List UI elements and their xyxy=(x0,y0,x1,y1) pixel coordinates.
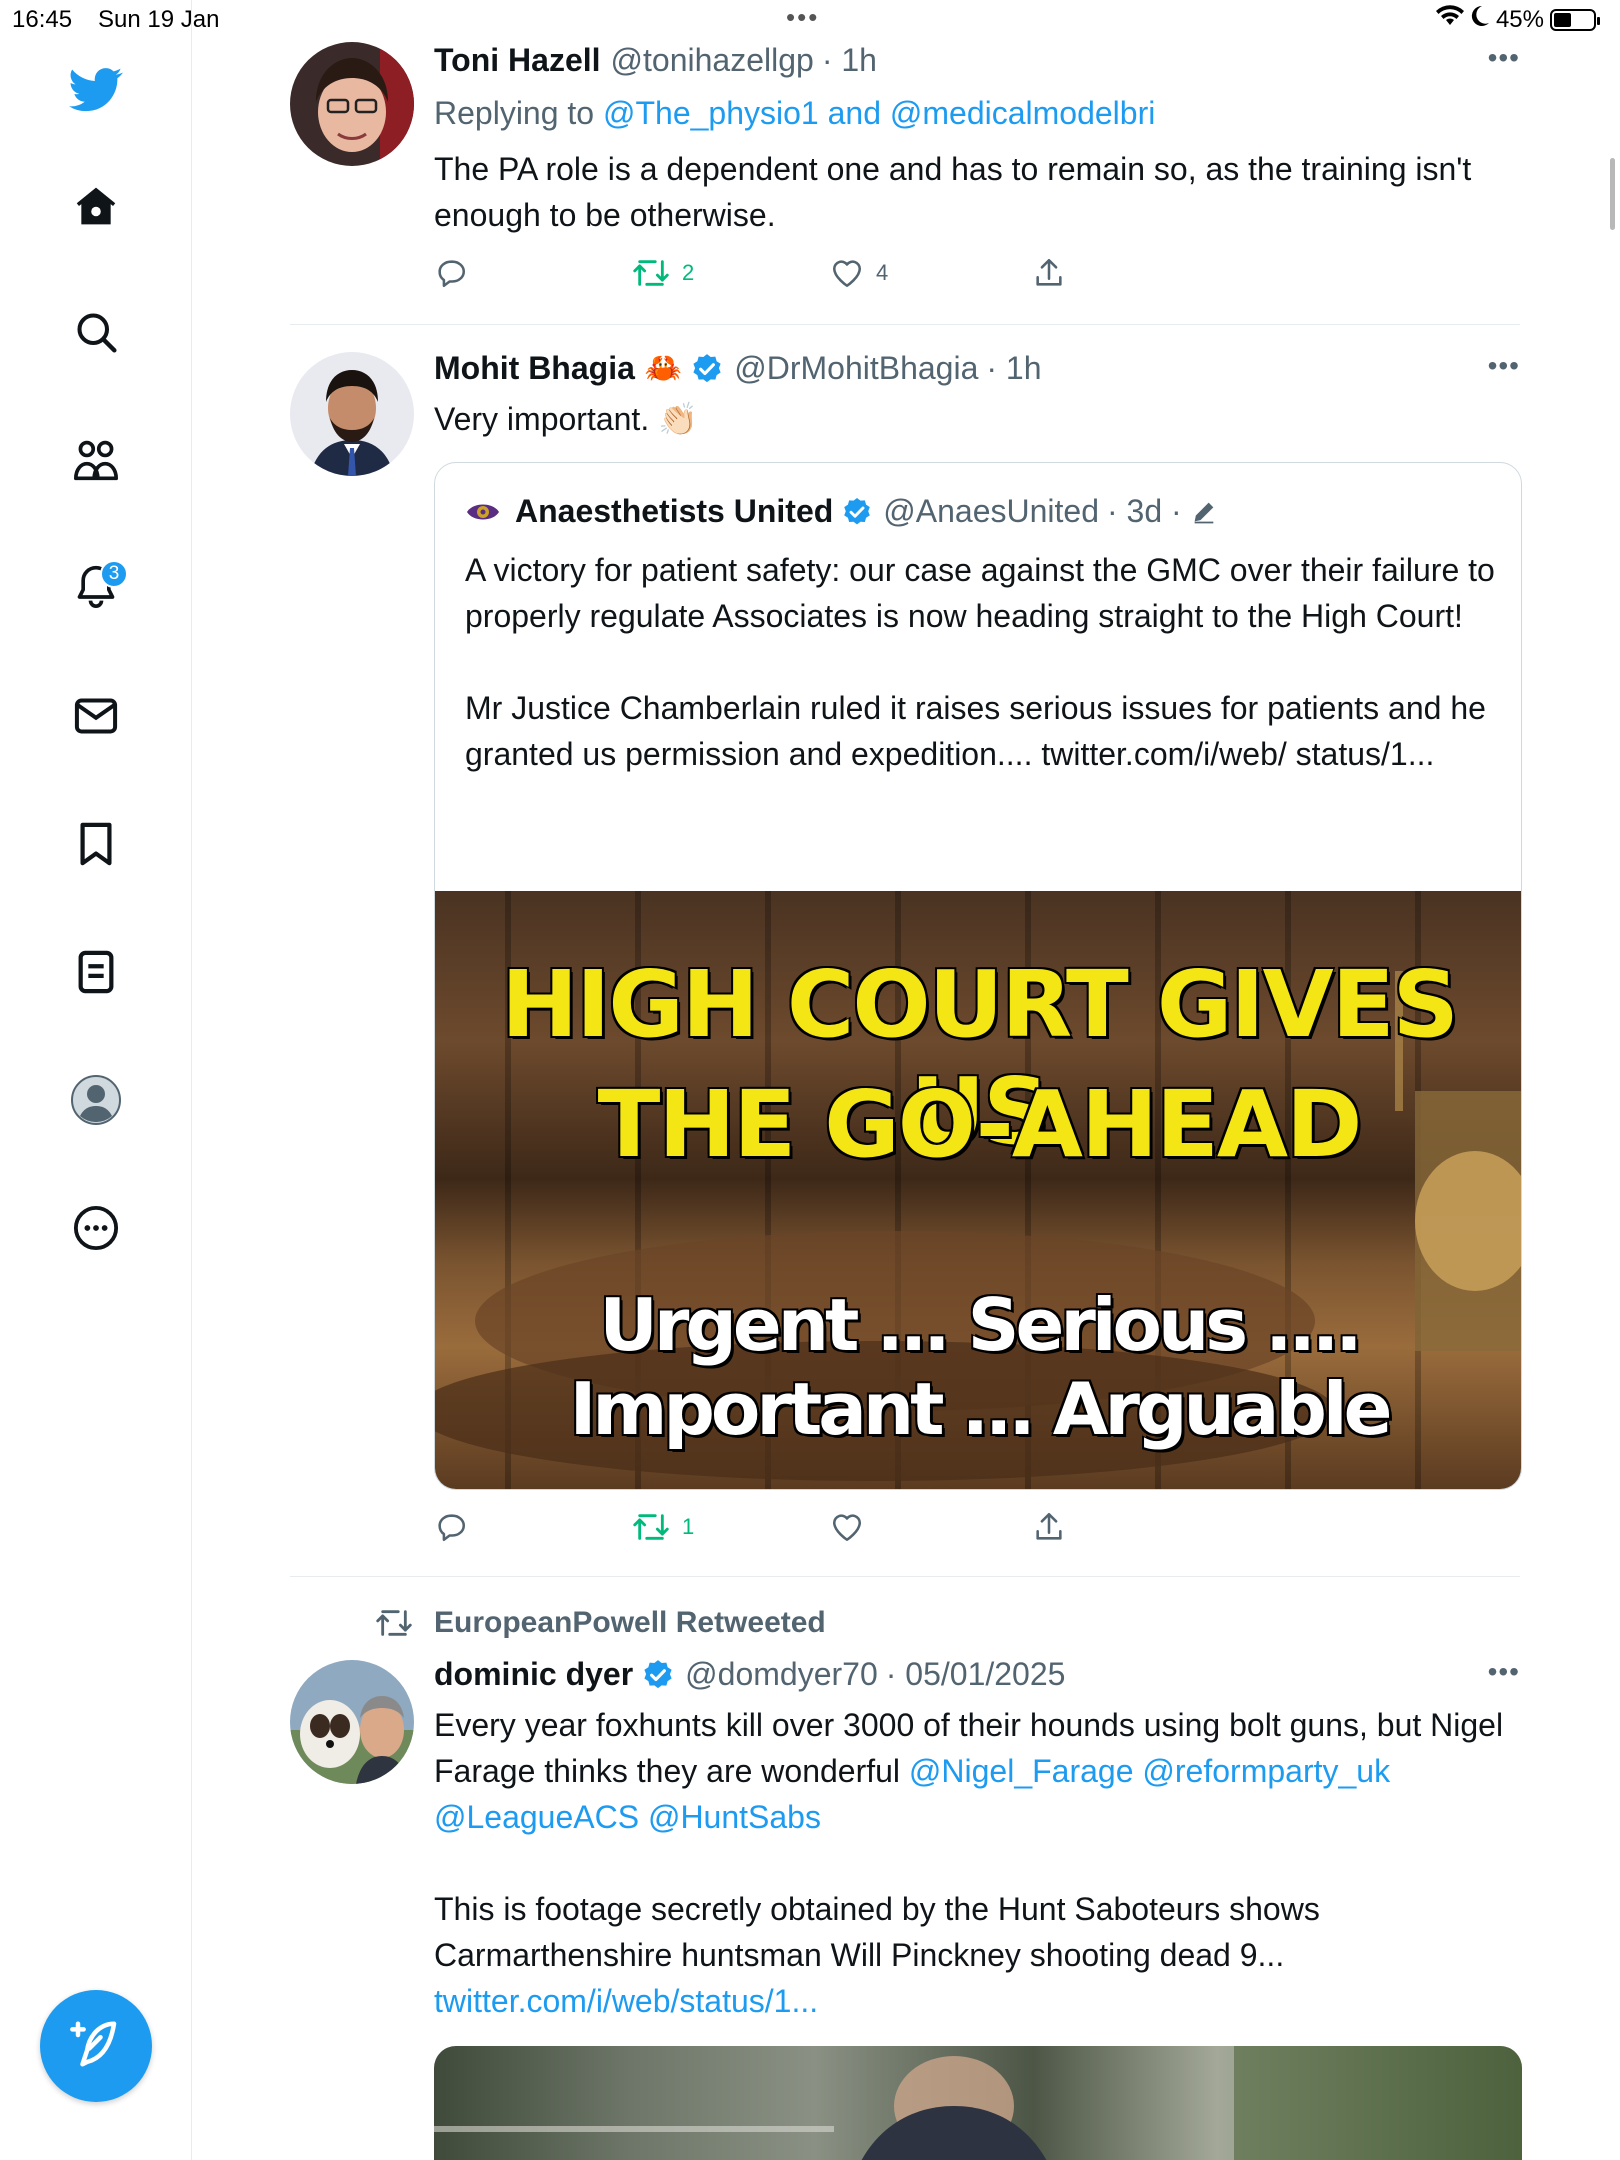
mention-nigel-farage[interactable]: @Nigel_Farage xyxy=(909,1753,1134,1789)
avatar[interactable] xyxy=(290,1660,414,1784)
notifications-badge: 3 xyxy=(100,560,128,588)
tweet-more-options-icon[interactable]: ••• xyxy=(1488,350,1520,382)
tweet-header: Toni Hazell @tonihazellgp · 1h xyxy=(434,42,877,79)
retweet-count: 1 xyxy=(682,1514,695,1539)
multitasking-dots-icon[interactable]: ••• xyxy=(786,2,819,33)
quoted-author-handle[interactable]: @AnaesUnited xyxy=(883,493,1099,530)
image-headline-line-2: THE GO-AHEAD xyxy=(597,1071,1363,1178)
like-button[interactable] xyxy=(830,1510,864,1544)
twitter-logo-icon[interactable] xyxy=(66,60,126,120)
tweet-time[interactable]: · 1h xyxy=(986,350,1041,387)
avatar[interactable] xyxy=(290,352,414,476)
quoted-author-name[interactable]: Anaesthetists United xyxy=(515,493,833,530)
retweet-button[interactable]: 1 xyxy=(632,1510,694,1544)
tweet-header: Mohit Bhagia 🦀 @DrMohitBhagia · 1h xyxy=(434,350,1042,387)
tweet-actions: 2 4 xyxy=(434,256,1134,296)
replying-to: Replying to @The_physio1 and @medicalmod… xyxy=(434,90,1514,136)
battery-percent: 45% xyxy=(1495,5,1544,33)
quoted-tweet-card[interactable]: Anaesthetists United @AnaesUnited · 3d ·… xyxy=(434,462,1522,1490)
share-button[interactable] xyxy=(1032,256,1066,290)
reply-icon xyxy=(438,260,465,288)
tweet-more-options-icon[interactable]: ••• xyxy=(1488,1656,1520,1688)
retweeted-by-label[interactable]: EuropeanPowell Retweeted xyxy=(434,1606,826,1640)
quoted-paragraph-2: Mr Justice Chamberlain ruled it raises s… xyxy=(465,690,1486,772)
sidebar-nav: 3 xyxy=(0,0,192,2160)
messages-envelope-icon[interactable] xyxy=(66,686,126,746)
author-handle[interactable]: @DrMohitBhagia xyxy=(734,350,978,387)
tweet-text: Very important. 👏🏻 xyxy=(434,401,698,437)
tweet-actions: 1 xyxy=(434,1510,1134,1550)
status-right: 45% xyxy=(1435,5,1600,34)
crab-emoji: 🦀 xyxy=(644,352,683,385)
image-subline-1: Urgent ... Serious .... xyxy=(599,1283,1362,1367)
tweet-more-options-icon[interactable]: ••• xyxy=(1488,42,1520,74)
tweet-video-thumbnail[interactable] xyxy=(434,2046,1522,2160)
like-count: 4 xyxy=(876,260,889,285)
tweet-time[interactable]: · 1h xyxy=(822,42,877,79)
avatar[interactable] xyxy=(290,42,414,166)
author-handle[interactable]: @tonihazellgp xyxy=(611,42,814,79)
author-name[interactable]: Mohit Bhagia xyxy=(434,350,635,387)
do-not-disturb-moon-icon xyxy=(1470,5,1490,34)
compose-tweet-button[interactable] xyxy=(40,1990,152,2102)
battery-icon xyxy=(1550,8,1600,31)
quoted-tweet-text: A victory for patient safety: our case a… xyxy=(465,547,1495,777)
share-icon xyxy=(1036,1512,1062,1540)
like-heart-icon xyxy=(832,260,862,288)
retweet-icon xyxy=(633,1514,669,1540)
tweet-text-part-2: This is footage secretly obtained by the… xyxy=(434,1891,1320,1973)
replying-to-prefix: Replying to xyxy=(434,95,595,131)
like-heart-icon xyxy=(832,1514,862,1542)
replying-to-users[interactable]: @The_physio1 and @medicalmodelbri xyxy=(603,95,1155,131)
edited-pencil-icon xyxy=(1190,498,1218,526)
compose-feather-icon xyxy=(69,2017,123,2076)
reply-button[interactable] xyxy=(434,1510,468,1544)
reply-button[interactable] xyxy=(434,256,468,290)
scrollbar[interactable] xyxy=(1610,158,1615,230)
mention-reformparty-uk[interactable]: @reformparty_uk xyxy=(1142,1753,1390,1789)
like-button[interactable]: 4 xyxy=(830,256,888,290)
author-name[interactable]: dominic dyer xyxy=(434,1656,633,1693)
tweet-text: The PA role is a dependent one and has t… xyxy=(434,151,1472,233)
communities-icon[interactable] xyxy=(66,430,126,490)
retweet-indicator-icon xyxy=(376,1610,412,1636)
mention-huntsabs[interactable]: @HuntSabs xyxy=(648,1799,821,1835)
battery-level xyxy=(1554,12,1571,27)
image-subline-2: Important ... Arguable xyxy=(569,1367,1393,1451)
share-button[interactable] xyxy=(1032,1510,1066,1544)
status-bar: 16:45 Sun 19 Jan ••• 45% xyxy=(0,0,1620,40)
tweet-divider xyxy=(290,324,1520,325)
author-name[interactable]: Toni Hazell xyxy=(434,42,601,79)
tweet-divider xyxy=(290,1576,1520,1577)
reply-icon xyxy=(438,1514,465,1542)
wifi-icon xyxy=(1435,5,1464,34)
video-scene xyxy=(434,2046,1522,2160)
verified-badge-icon xyxy=(690,352,724,386)
share-icon xyxy=(1036,258,1062,286)
quoted-paragraph-1: A victory for patient safety: our case a… xyxy=(465,552,1495,634)
quoted-tweet-header: Anaesthetists United @AnaesUnited · 3d · xyxy=(465,493,1218,530)
retweet-count: 2 xyxy=(682,260,695,285)
retweeted-by-row: EuropeanPowell Retweeted xyxy=(374,1606,826,1640)
explore-search-icon[interactable] xyxy=(66,302,126,362)
quoted-tweet-time: · 3d · xyxy=(1107,493,1182,529)
retweet-icon xyxy=(633,260,669,286)
tweet-text: Every year foxhunts kill over 3000 of th… xyxy=(434,1702,1514,2024)
profile-avatar-icon[interactable] xyxy=(66,1070,126,1130)
tweet-header: dominic dyer @domdyer70 · 05/01/2025 xyxy=(434,1656,1065,1693)
home-icon[interactable] xyxy=(66,176,126,236)
tweet-link[interactable]: twitter.com/i/web/status/1... xyxy=(434,1978,1514,2024)
bookmarks-icon[interactable] xyxy=(66,814,126,874)
quoted-tweet-image[interactable]: HIGH COURT GIVES US THE GO-AHEAD Urgent … xyxy=(435,891,1521,1489)
author-handle[interactable]: @domdyer70 xyxy=(685,1656,878,1693)
mention-leagueacs[interactable]: @LeagueACS xyxy=(434,1799,639,1835)
more-options-circle-icon[interactable] xyxy=(66,1198,126,1258)
anaesthetists-united-logo-icon[interactable] xyxy=(465,497,501,527)
lists-icon[interactable] xyxy=(66,942,126,1002)
verified-badge-icon xyxy=(641,1658,675,1692)
notifications-bell-icon[interactable]: 3 xyxy=(66,556,128,616)
retweet-button[interactable]: 2 xyxy=(632,256,694,290)
tweet-time[interactable]: · 05/01/2025 xyxy=(886,1656,1066,1693)
verified-badge-icon xyxy=(841,496,873,528)
